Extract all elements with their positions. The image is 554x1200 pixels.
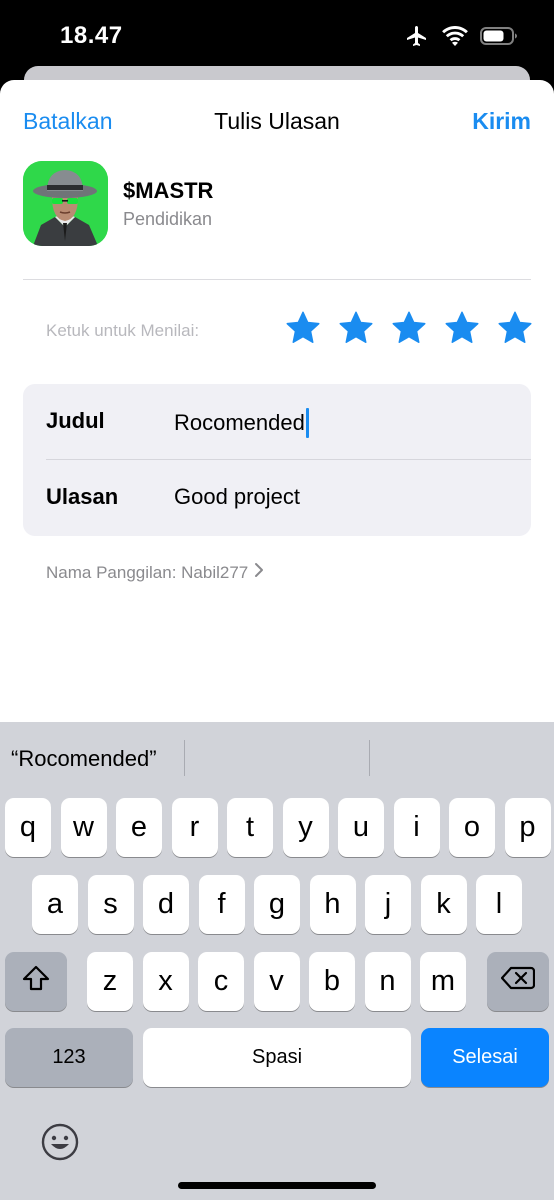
airplane-icon: [404, 24, 430, 48]
suggestion-item[interactable]: “Rocomended”: [11, 746, 157, 772]
home-indicator: [178, 1182, 376, 1189]
review-row[interactable]: Ulasan Good project: [23, 460, 531, 536]
star-icon[interactable]: [497, 310, 533, 346]
key-v[interactable]: v: [253, 952, 300, 1011]
chevron-right-icon: [254, 562, 264, 583]
space-key[interactable]: Spasi: [143, 1028, 411, 1087]
backspace-key[interactable]: [487, 952, 549, 1011]
hacker-mascot-icon: [23, 161, 108, 246]
wifi-icon: [442, 25, 468, 47]
send-button[interactable]: Kirim: [472, 108, 531, 135]
title-label: Judul: [46, 408, 105, 433]
title-field[interactable]: Rocomended: [174, 408, 309, 438]
shift-key[interactable]: [5, 952, 67, 1011]
key-q[interactable]: q: [5, 798, 51, 857]
key-c[interactable]: c: [198, 952, 244, 1011]
key-b[interactable]: b: [309, 952, 355, 1011]
key-e[interactable]: e: [116, 798, 162, 857]
rating-prompt: Ketuk untuk Menilai:: [46, 321, 200, 340]
key-f[interactable]: f: [198, 875, 245, 934]
title-row[interactable]: Judul Rocomended: [23, 384, 531, 460]
review-field[interactable]: Good project: [174, 484, 300, 510]
key-u[interactable]: u: [338, 798, 384, 857]
star-icon[interactable]: [285, 310, 321, 346]
review-value: Good project: [174, 484, 300, 509]
navigation-bar: Tulis Ulasan Batalkan Kirim: [0, 80, 554, 160]
nickname-link[interactable]: Nama Panggilan: Nabil277: [46, 562, 264, 583]
key-t[interactable]: t: [227, 798, 273, 857]
cancel-button[interactable]: Batalkan: [23, 108, 113, 135]
key-d[interactable]: d: [143, 875, 189, 934]
key-z[interactable]: z: [87, 952, 133, 1011]
backspace-icon: [500, 965, 536, 998]
text-caret: [305, 408, 309, 438]
key-a[interactable]: a: [32, 875, 78, 934]
suggestion-divider: [184, 740, 185, 776]
star-icon[interactable]: [338, 310, 374, 346]
nickname-text: Nama Panggilan: Nabil277: [46, 562, 249, 582]
status-bar: 18.47: [0, 0, 554, 74]
suggestion-divider: [369, 740, 370, 776]
status-icons: [404, 24, 518, 48]
key-w[interactable]: w: [60, 798, 107, 857]
key-m[interactable]: m: [420, 952, 466, 1011]
done-key[interactable]: Selesai: [421, 1028, 549, 1087]
key-x[interactable]: x: [142, 952, 189, 1011]
key-p[interactable]: p: [504, 798, 551, 857]
app-category: Pendidikan: [123, 209, 213, 229]
shift-icon: [22, 965, 50, 999]
review-form: Judul Rocomended Ulasan Good project: [23, 384, 531, 536]
numbers-key[interactable]: 123: [5, 1028, 133, 1087]
app-name: $MASTR: [123, 178, 214, 203]
key-o[interactable]: o: [449, 798, 495, 857]
key-r[interactable]: r: [171, 798, 218, 857]
key-y[interactable]: y: [282, 798, 329, 857]
status-time: 18.47: [60, 22, 123, 49]
key-i[interactable]: i: [393, 798, 440, 857]
emoji-icon[interactable]: [40, 1122, 80, 1162]
star-icon[interactable]: [444, 310, 480, 346]
key-l[interactable]: l: [476, 875, 522, 934]
key-s[interactable]: s: [87, 875, 134, 934]
keyboard: “Rocomended” 123 Spasi Selesai qwertyuio…: [0, 722, 554, 1200]
suggestion-bar: “Rocomended”: [0, 722, 554, 798]
key-n[interactable]: n: [364, 952, 411, 1011]
star-rating[interactable]: [285, 310, 533, 346]
star-icon[interactable]: [391, 310, 427, 346]
divider: [23, 279, 531, 280]
key-j[interactable]: j: [365, 875, 411, 934]
key-g[interactable]: g: [254, 875, 300, 934]
review-label: Ulasan: [46, 484, 119, 509]
title-value: Rocomended: [174, 410, 305, 435]
key-h[interactable]: h: [309, 875, 356, 934]
battery-icon: [480, 26, 518, 46]
key-k[interactable]: k: [420, 875, 467, 934]
